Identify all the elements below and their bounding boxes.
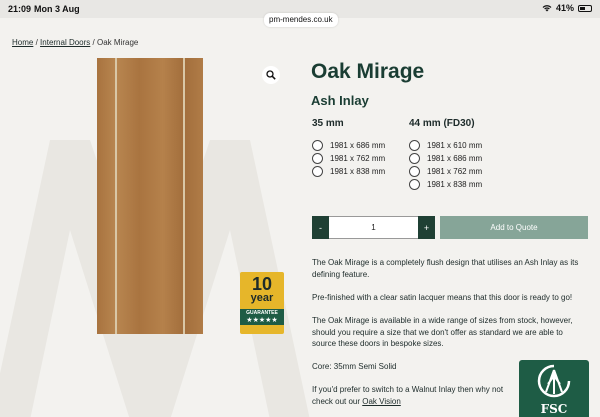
quantity-stepper: - 1 + [312,216,435,239]
url-bar[interactable]: pm-mendes.co.uk [264,13,338,27]
quantity-input[interactable]: 1 [329,216,418,239]
size-option-label: 1981 x 762 mm [427,167,483,176]
size-option[interactable]: 1981 x 686 mm [409,152,482,165]
breadcrumb: Home / Internal Doors / Oak Mirage [12,38,138,47]
radio-button[interactable] [312,166,323,177]
radio-button[interactable] [409,153,420,164]
size-option-label: 1981 x 838 mm [330,167,386,176]
size-group-heading-44mm: 44 mm (FD30) [409,118,475,129]
guarantee-ribbon: GUARANTEE [240,309,284,317]
add-to-quote-button[interactable]: Add to Quote [440,216,588,239]
size-option[interactable]: 1981 x 838 mm [312,165,385,178]
breadcrumb-separator: / [35,38,38,47]
size-option-label: 1981 x 686 mm [427,154,483,163]
description-text: If you'd prefer to switch to a Walnut In… [312,385,504,406]
radio-button[interactable] [409,166,420,177]
description-paragraph: If you'd prefer to switch to a Walnut In… [312,384,512,407]
size-option[interactable]: 1981 x 686 mm [312,139,385,152]
product-subtitle: Ash Inlay [311,93,369,108]
battery-percent: 41% [555,3,574,13]
status-date: Mon 3 Aug [34,4,80,14]
quantity-decrease-button[interactable]: - [312,216,329,239]
breadcrumb-current: Oak Mirage [97,38,139,47]
fsc-tree-icon [537,364,571,398]
fsc-logo-text: FSC [540,402,568,416]
breadcrumb-separator: / [92,38,95,47]
size-option[interactable]: 1981 x 838 mm [409,178,482,191]
product-image[interactable] [97,58,203,334]
ash-inlay-right [183,58,185,334]
size-option-label: 1981 x 838 mm [427,180,483,189]
size-option-label: 1981 x 762 mm [330,154,386,163]
breadcrumb-home-link[interactable]: Home [12,38,33,47]
ash-inlay-left [115,58,117,334]
size-option[interactable]: 1981 x 610 mm [409,139,482,152]
star-rating-icon: ★★★★★ [240,317,284,325]
size-option-label: 1981 x 686 mm [330,141,386,150]
radio-button[interactable] [409,179,420,190]
product-title: Oak Mirage [311,60,425,83]
radio-button[interactable] [312,140,323,151]
status-right: 41% [542,3,592,13]
oak-vision-link[interactable]: Oak Vision [362,397,401,406]
guarantee-unit: year [250,292,274,304]
status-time: 21:09 [8,4,32,14]
guarantee-years: 10 [251,274,273,294]
fsc-logo: FSC [519,360,589,417]
description-paragraph: Pre-finished with a clear satin lacquer … [312,293,573,302]
quantity-increase-button[interactable]: + [418,216,435,239]
breadcrumb-internal-doors-link[interactable]: Internal Doors [40,38,90,47]
wifi-icon [542,5,552,12]
magnifier-icon [266,70,276,80]
description-paragraph: The Oak Mirage is available in a wide ra… [312,316,573,348]
size-option[interactable]: 1981 x 762 mm [312,152,385,165]
zoom-button[interactable] [262,66,280,84]
battery-icon [578,4,592,12]
size-option-label: 1981 x 610 mm [427,141,483,150]
guarantee-badge: 10 year GUARANTEE ★★★★★ [240,272,284,334]
radio-button[interactable] [409,140,420,151]
size-group-heading-35mm: 35 mm [312,118,344,129]
description-paragraph: The Oak Mirage is a completely flush des… [312,258,579,279]
size-option[interactable]: 1981 x 762 mm [409,165,482,178]
radio-button[interactable] [312,153,323,164]
